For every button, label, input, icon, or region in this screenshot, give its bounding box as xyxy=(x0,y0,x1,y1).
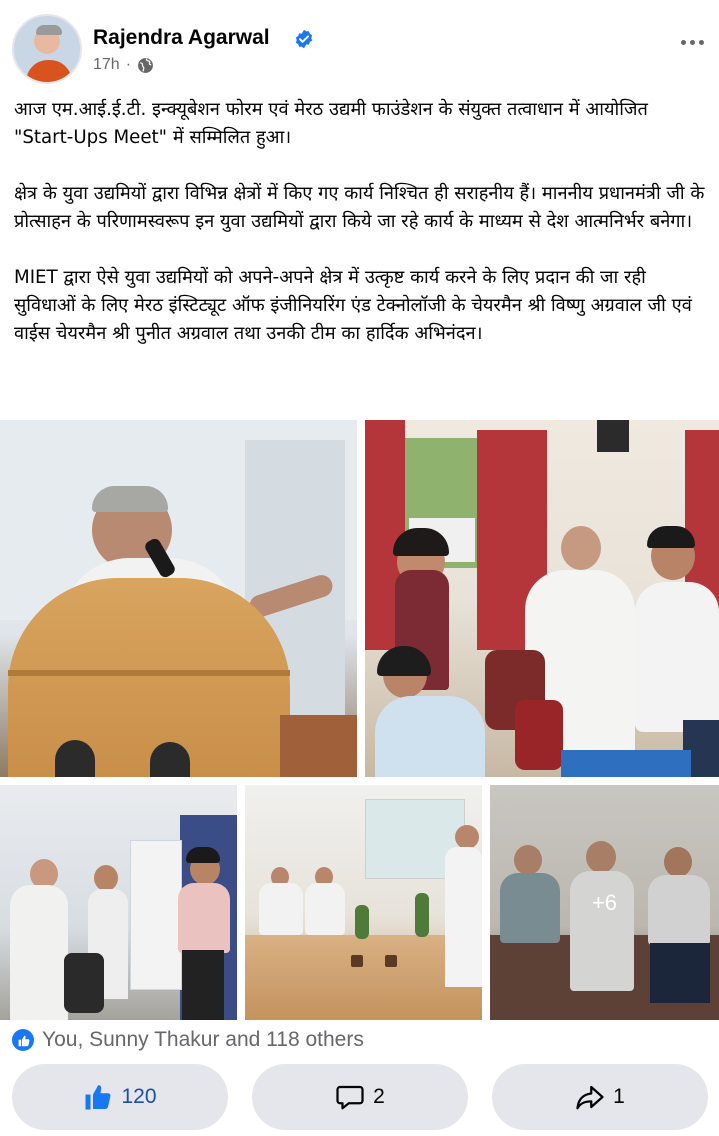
post-body: आज एम.आई.ई.टी. इन्क्यूबेशन फोरम एवं मेरठ… xyxy=(14,96,709,376)
globe-icon xyxy=(138,57,153,73)
thumbs-up-icon xyxy=(85,1085,111,1110)
comment-icon xyxy=(336,1085,364,1110)
more-photos-count[interactable]: +6 xyxy=(490,785,719,1020)
post-paragraph: MIET द्वारा ऐसे युवा उद्यमियों को अपने-अ… xyxy=(14,267,692,344)
author-avatar[interactable] xyxy=(12,14,82,84)
like-reaction-icon xyxy=(12,1029,34,1051)
action-bar: 120 2 1 xyxy=(0,1064,719,1130)
more-options-icon[interactable] xyxy=(676,30,708,54)
post-header: Rajendra Agarwal 17h · xyxy=(0,0,719,92)
reaction-summary-text: You, Sunny Thakur and 118 others xyxy=(42,1028,364,1051)
verified-badge-icon xyxy=(295,29,313,49)
post-meta: 17h · xyxy=(93,56,154,74)
comment-button[interactable]: 2 xyxy=(252,1064,468,1130)
comment-count: 2 xyxy=(373,1085,385,1108)
like-count: 120 xyxy=(121,1085,157,1108)
post-paragraph: आज एम.आई.ई.टी. इन्क्यूबेशन फोरम एवं मेरठ… xyxy=(14,99,648,148)
author-name[interactable]: Rajendra Agarwal xyxy=(93,26,270,50)
share-count: 1 xyxy=(613,1085,625,1108)
photo-grid: +6 xyxy=(0,420,719,1020)
photo-speaker-at-podium[interactable] xyxy=(0,420,357,777)
post-paragraph: क्षेत्र के युवा उद्यमियों द्वारा विभिन्न… xyxy=(14,183,705,232)
like-button[interactable]: 120 xyxy=(12,1064,228,1130)
photo-certificate-presentation[interactable] xyxy=(365,420,719,777)
photo-panel-stage[interactable] xyxy=(245,785,482,1020)
meta-separator: · xyxy=(125,56,132,73)
post-time[interactable]: 17h xyxy=(93,56,120,74)
share-button[interactable]: 1 xyxy=(492,1064,708,1130)
photo-stall-visit[interactable] xyxy=(0,785,237,1020)
photo-more-panel[interactable]: +6 xyxy=(490,785,719,1020)
share-icon xyxy=(576,1085,604,1110)
reaction-summary[interactable]: You, Sunny Thakur and 118 others xyxy=(12,1026,364,1054)
